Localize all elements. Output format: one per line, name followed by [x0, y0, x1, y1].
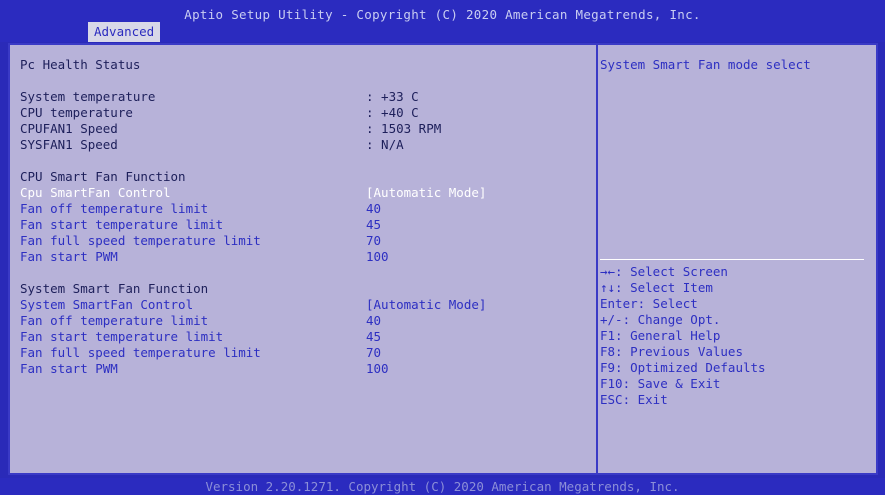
key-hint: ESC: Exit	[600, 392, 668, 407]
footer-bar: Version 2.20.1271. Copyright (C) 2020 Am…	[0, 478, 885, 495]
key-hint: →←: Select Screen	[600, 264, 728, 279]
panel-divider	[596, 45, 598, 473]
tab-advanced[interactable]: Advanced	[88, 22, 161, 42]
monitor-value: : +33 C	[366, 89, 419, 104]
setting-value[interactable]: [Automatic Mode]	[366, 185, 486, 201]
setting-label: Fan start temperature limit	[20, 329, 224, 344]
key-hint: +/-: Change Opt.	[600, 312, 721, 327]
main-panel: Pc Health Status System temperature : +3…	[8, 43, 878, 475]
key-hint: F8: Previous Values	[600, 344, 743, 359]
setting-value[interactable]: 45	[366, 329, 381, 345]
setting-label: Cpu SmartFan Control	[20, 185, 171, 200]
cpu-fan-heading: CPU Smart Fan Function	[20, 169, 186, 184]
setting-label: Fan full speed temperature limit	[20, 345, 261, 360]
utility-title: Aptio Setup Utility - Copyright (C) 2020…	[184, 7, 701, 22]
setting-value[interactable]: 100	[366, 249, 389, 265]
setting-label: Fan off temperature limit	[20, 201, 209, 216]
monitor-label: CPUFAN1 Speed	[20, 121, 118, 136]
setting-label: Fan start temperature limit	[20, 217, 224, 232]
monitor-value: : 1503 RPM	[366, 121, 442, 136]
setting-label: Fan start PWM	[20, 361, 118, 376]
setting-label: Fan start PWM	[20, 249, 118, 264]
key-hint: Enter: Select	[600, 296, 698, 311]
setting-value[interactable]: 40	[366, 313, 381, 329]
key-hint: F10: Save & Exit	[600, 376, 721, 391]
setting-label: System SmartFan Control	[20, 297, 194, 312]
title-bar: Aptio Setup Utility - Copyright (C) 2020…	[0, 0, 885, 42]
version-text: Version 2.20.1271. Copyright (C) 2020 Am…	[205, 479, 680, 494]
monitor-label: SYSFAN1 Speed	[20, 137, 118, 152]
key-hint: F9: Optimized Defaults	[600, 360, 766, 375]
setting-label: Fan off temperature limit	[20, 313, 209, 328]
key-hint: ↑↓: Select Item	[600, 280, 713, 295]
sys-fan-heading: System Smart Fan Function	[20, 281, 209, 296]
setting-value[interactable]: [Automatic Mode]	[366, 297, 486, 313]
help-separator	[600, 259, 864, 260]
monitor-label: CPU temperature	[20, 105, 133, 120]
setting-value[interactable]: 70	[366, 233, 381, 249]
setting-value[interactable]: 100	[366, 361, 389, 377]
monitor-label: System temperature	[20, 89, 156, 104]
monitor-value: : +40 C	[366, 105, 419, 120]
setting-value[interactable]: 40	[366, 201, 381, 217]
setting-value[interactable]: 45	[366, 217, 381, 233]
key-hint: F1: General Help	[600, 328, 721, 343]
page-title: Pc Health Status	[20, 57, 141, 72]
setting-label: Fan full speed temperature limit	[20, 233, 261, 248]
monitor-value: : N/A	[366, 137, 404, 152]
help-description: System Smart Fan mode select	[600, 57, 811, 72]
setting-value[interactable]: 70	[366, 345, 381, 361]
